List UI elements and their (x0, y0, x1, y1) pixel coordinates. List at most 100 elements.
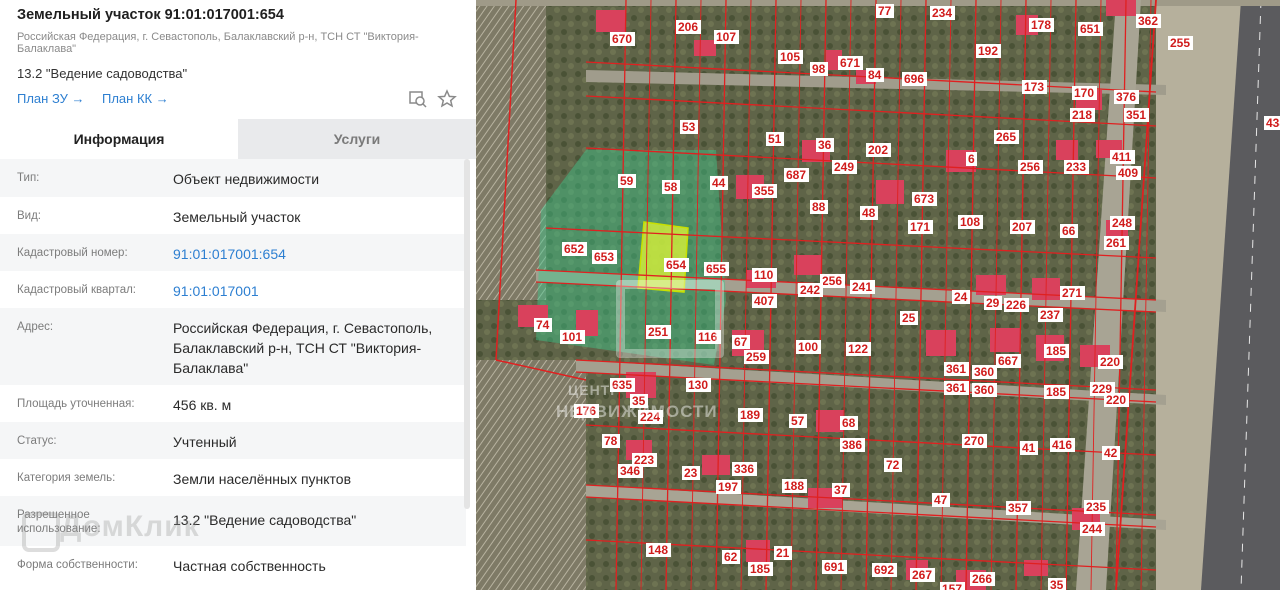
lot-label[interactable]: 360 (972, 365, 997, 379)
star-icon[interactable] (437, 89, 457, 109)
lot-label[interactable]: 233 (1064, 160, 1089, 174)
lot-label[interactable]: 673 (912, 192, 937, 206)
lot-label[interactable]: 438 (1264, 116, 1280, 130)
lot-label[interactable]: 157 (940, 582, 965, 590)
lot-label[interactable]: 386 (840, 438, 865, 452)
lot-label[interactable]: 696 (902, 72, 927, 86)
lot-label[interactable]: 185 (1044, 344, 1069, 358)
lot-label[interactable]: 411 (1110, 150, 1135, 164)
lot-label[interactable]: 77 (876, 4, 894, 18)
lot-label[interactable]: 261 (1104, 236, 1129, 250)
lot-label[interactable]: 197 (716, 480, 741, 494)
lot-label[interactable]: 101 (560, 330, 585, 344)
scrollbar[interactable] (464, 159, 470, 509)
lot-label[interactable]: 74 (534, 318, 552, 332)
lot-label[interactable]: 207 (1010, 220, 1035, 234)
lot-label[interactable]: 98 (810, 62, 828, 76)
lot-label[interactable]: 88 (810, 200, 828, 214)
lot-label[interactable]: 24 (952, 290, 970, 304)
lot-label[interactable]: 122 (846, 342, 871, 356)
lot-label[interactable]: 259 (744, 350, 769, 364)
lot-label[interactable]: 653 (592, 250, 617, 264)
tab-info[interactable]: Информация (0, 119, 238, 159)
lot-label[interactable]: 234 (930, 6, 955, 20)
lot-label[interactable]: 267 (910, 568, 935, 582)
lot-label[interactable]: 67 (732, 335, 750, 349)
lot-label[interactable]: 237 (1038, 308, 1063, 322)
cadastral-quarter-link[interactable]: 91:01:017001 (173, 281, 463, 301)
search-area-icon[interactable] (408, 89, 428, 109)
cadastral-map[interactable]: 670 206 107 77 234 178 651 362 255 105 98 671 84 696 1… (476, 0, 1280, 590)
lot-label[interactable]: 48 (860, 206, 878, 220)
lot-label[interactable]: 185 (1044, 385, 1069, 399)
lot-label[interactable]: 670 (610, 32, 635, 46)
lot-label[interactable]: 105 (778, 50, 803, 64)
lot-label[interactable]: 256 (1018, 160, 1043, 174)
lot-label[interactable]: 265 (994, 130, 1019, 144)
lot-label[interactable]: 21 (774, 546, 792, 560)
lot-label[interactable]: 361 (944, 381, 969, 395)
lot-label[interactable]: 346 (618, 464, 643, 478)
lot-label[interactable]: 407 (752, 294, 777, 308)
lot-label[interactable]: 655 (704, 262, 729, 276)
lot-label[interactable]: 652 (562, 242, 587, 256)
lot-label[interactable]: 416 (1050, 438, 1075, 452)
lot-label[interactable]: 687 (784, 168, 809, 182)
lot-label[interactable]: 242 (798, 283, 823, 297)
lot-label[interactable]: 57 (789, 414, 807, 428)
lot-label[interactable]: 654 (664, 258, 689, 272)
lot-label[interactable]: 271 (1060, 286, 1085, 300)
lot-label[interactable]: 206 (676, 20, 701, 34)
map-canvas[interactable]: 67020610777 234178 65136225510598 67184 6961… (476, 0, 1280, 590)
lot-label[interactable]: 53 (680, 120, 698, 134)
lot-label[interactable]: 691 (822, 560, 847, 574)
lot-label[interactable]: 51 (766, 132, 784, 146)
lot-label[interactable]: 178 (1029, 18, 1054, 32)
lot-label[interactable]: 266 (970, 572, 995, 586)
lot-label[interactable]: 692 (872, 563, 897, 577)
lot-label[interactable]: 42 (1102, 446, 1120, 460)
lot-label[interactable]: 270 (962, 434, 987, 448)
lot-label[interactable]: 47 (932, 493, 950, 507)
lot-label[interactable]: 241 (850, 280, 875, 294)
lot-label[interactable]: 66 (1060, 224, 1078, 238)
lot-label[interactable]: 68 (840, 416, 858, 430)
lot-label[interactable]: 171 (908, 220, 933, 234)
lot-label[interactable]: 188 (782, 479, 807, 493)
lot-label[interactable]: 255 (1168, 36, 1193, 50)
lot-label[interactable]: 218 (1070, 108, 1095, 122)
lot-label[interactable]: 37 (832, 483, 850, 497)
lot-label[interactable]: 36 (816, 138, 834, 152)
lot-label[interactable]: 59 (618, 174, 636, 188)
lot-label[interactable]: 44 (710, 176, 728, 190)
lot-label[interactable]: 376 (1114, 90, 1139, 104)
lot-label[interactable]: 357 (1006, 501, 1031, 515)
lot-label[interactable]: 84 (866, 68, 884, 82)
lot-label[interactable]: 185 (748, 562, 773, 576)
lot-label[interactable]: 355 (752, 184, 777, 198)
lot-label[interactable]: 78 (602, 434, 620, 448)
lot-label[interactable]: 110 (752, 268, 777, 282)
lot-label[interactable]: 108 (958, 215, 983, 229)
lot-label[interactable]: 23 (682, 466, 700, 480)
lot-label[interactable]: 351 (1124, 108, 1149, 122)
lot-label[interactable]: 220 (1098, 355, 1123, 369)
lot-label[interactable]: 58 (662, 180, 680, 194)
lot-label[interactable]: 25 (900, 311, 918, 325)
lot-label[interactable]: 130 (686, 378, 711, 392)
lot-label[interactable]: 220 (1104, 393, 1129, 407)
lot-label[interactable]: 409 (1116, 166, 1141, 180)
lot-label[interactable]: 226 (1004, 298, 1029, 312)
lot-label[interactable]: 173 (1022, 80, 1047, 94)
lot-label[interactable]: 170 (1072, 86, 1097, 100)
lot-label[interactable]: 62 (722, 550, 740, 564)
lot-label[interactable]: 100 (796, 340, 821, 354)
cadastral-number-link[interactable]: 91:01:017001:654 (173, 244, 463, 264)
lot-label[interactable]: 35 (1048, 578, 1066, 590)
lot-label[interactable]: 360 (972, 383, 997, 397)
lot-label[interactable]: 667 (996, 354, 1021, 368)
lot-label[interactable]: 248 (1110, 216, 1135, 230)
lot-label[interactable]: 148 (646, 543, 671, 557)
lot-label[interactable]: 6 (966, 152, 977, 166)
lot-label[interactable]: 651 (1078, 22, 1103, 36)
